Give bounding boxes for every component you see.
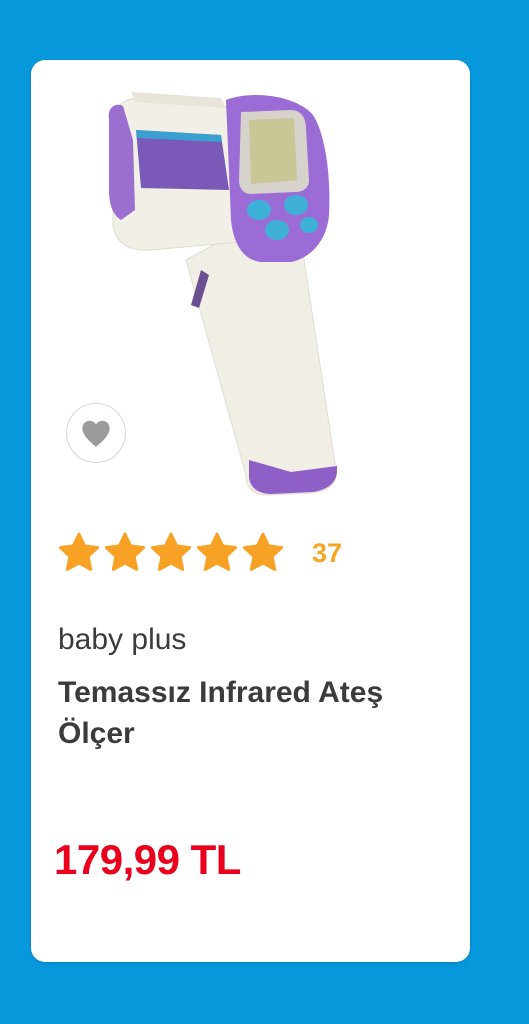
star-icon: [241, 532, 285, 574]
product-image[interactable]: [91, 80, 391, 550]
product-price: 179,99 TL: [54, 836, 241, 883]
product-card[interactable]: 37 baby plus Temassız Infrared Ateş Ölçe…: [31, 60, 470, 962]
favorite-button[interactable]: [66, 403, 126, 463]
rating[interactable]: 37: [57, 532, 342, 574]
product-title[interactable]: Temassız Infrared Ateş Ölçer: [58, 672, 448, 754]
star-rating: [57, 532, 285, 574]
star-icon: [57, 532, 101, 574]
star-icon: [103, 532, 147, 574]
star-icon: [195, 532, 239, 574]
heart-icon: [82, 420, 110, 447]
product-brand[interactable]: baby plus: [58, 623, 186, 657]
star-icon: [149, 532, 193, 574]
review-count[interactable]: 37: [312, 538, 342, 569]
